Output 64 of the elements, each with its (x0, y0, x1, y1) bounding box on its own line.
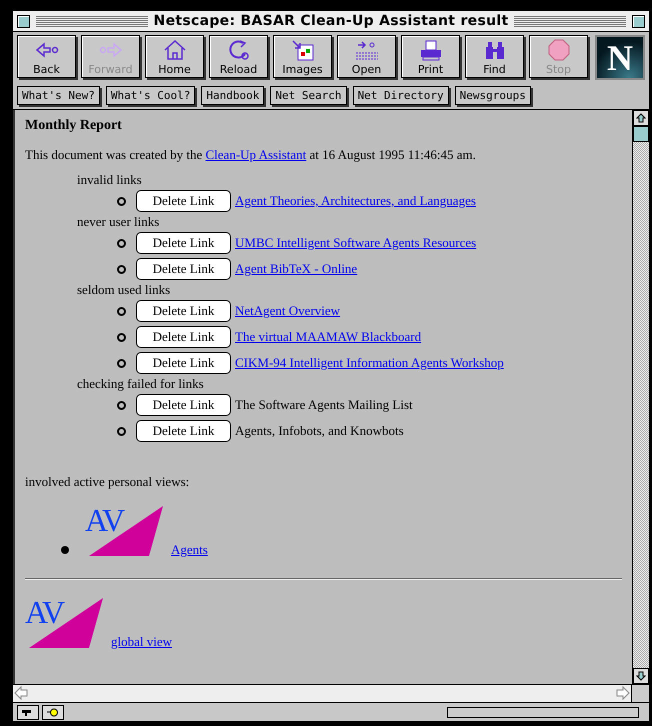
group-label: seldom used links (77, 282, 172, 298)
toolbar-button[interactable]: Reload (209, 35, 268, 78)
bullet-icon (117, 238, 126, 248)
toolbar-button[interactable]: Open (337, 35, 396, 78)
directory-button[interactable]: What's Cool? (106, 86, 196, 105)
views-label: involved active personal views: (25, 474, 190, 490)
directory-button[interactable]: Newsgroups (454, 86, 531, 105)
bullet-icon (117, 196, 126, 206)
link-title: The Software Agents Mailing List (235, 397, 413, 413)
toolbar-button[interactable]: Home (145, 35, 204, 78)
bullet-icon (117, 400, 126, 410)
logo-text: AV (25, 596, 64, 628)
view-link[interactable]: Agents (171, 542, 208, 558)
directory-button[interactable]: What's New? (17, 86, 100, 105)
stop-sign-icon (546, 39, 572, 61)
delete-link-button[interactable]: Delete Link (136, 258, 231, 280)
link-title[interactable]: Agent BibTeX - Online (235, 261, 358, 277)
title-stripes[interactable] (36, 16, 148, 26)
link-title[interactable]: The virtual MAAMAW Blackboard (235, 329, 422, 345)
title-stripes[interactable] (514, 16, 626, 26)
vertical-scrollbar[interactable] (632, 110, 649, 684)
link-title[interactable]: Agent Theories, Architectures, and Languages (235, 193, 476, 209)
bullet-icon (117, 306, 126, 316)
directory-button[interactable]: Handbook (201, 86, 264, 105)
link-title: Agents, Infobots, and Knowbots (235, 423, 404, 439)
scroll-down-icon[interactable] (633, 668, 649, 684)
delete-link-button[interactable]: Delete Link (136, 420, 231, 442)
directory-button[interactable]: Net Search (270, 86, 347, 105)
toolbar-button[interactable]: Find (465, 35, 524, 78)
intro-text: This document was created by the Clean-Up Assistant at 16 August 1995 11:46:45 am. (25, 147, 477, 163)
assistant-link[interactable]: Clean-Up Assistant (206, 147, 306, 162)
open-icon (354, 39, 380, 61)
browser-logo: N (595, 35, 645, 80)
toolbar-button[interactable]: Back (17, 35, 76, 78)
logo-text: AV (85, 504, 124, 536)
delete-link-button[interactable]: Delete Link (136, 232, 231, 254)
delete-link-button[interactable]: Delete Link (136, 300, 231, 322)
link-title[interactable]: UMBC Intelligent Software Agents Resources (235, 235, 476, 251)
bullet-icon (117, 332, 126, 342)
group-label: never user links (77, 214, 160, 230)
zoom-box[interactable] (632, 14, 645, 28)
link-title[interactable]: CIKM-94 Intelligent Information Agents Workshop (235, 355, 504, 371)
page-heading: Monthly Report (25, 118, 123, 134)
window-title: Netscape: BASAR Clean-Up Assistant result (154, 13, 508, 29)
delete-link-button[interactable]: Delete Link (136, 394, 231, 416)
house-icon (162, 39, 188, 61)
bullet-icon (117, 264, 126, 274)
scroll-up-icon[interactable] (633, 110, 649, 126)
bullet-icon (117, 358, 126, 368)
delete-link-button[interactable]: Delete Link (136, 326, 231, 348)
toolbar-button[interactable]: Images (273, 35, 332, 78)
bullet-icon (117, 426, 126, 436)
scroll-thumb[interactable] (633, 126, 649, 142)
delete-link-button[interactable]: Delete Link (136, 352, 231, 374)
group-label: checking failed for links (77, 376, 205, 392)
directory-button[interactable]: Net Directory (352, 86, 449, 105)
delete-link-button[interactable]: Delete Link (136, 190, 231, 212)
group-label: invalid links (77, 172, 143, 188)
view-link[interactable]: global view (111, 634, 172, 650)
close-box[interactable] (17, 14, 30, 28)
link-title[interactable]: NetAgent Overview (235, 303, 340, 319)
images-icon (290, 39, 316, 61)
toolbar-button[interactable]: Print (401, 35, 460, 78)
bullet-icon (61, 546, 69, 554)
